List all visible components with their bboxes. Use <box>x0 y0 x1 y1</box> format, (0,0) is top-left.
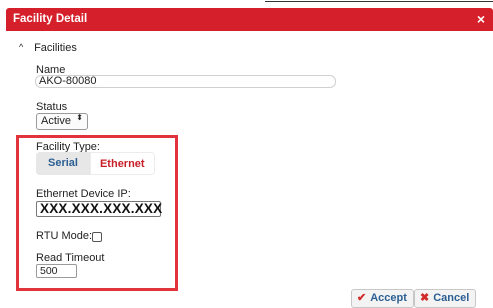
section-label: Facilities <box>34 42 77 54</box>
rtu-mode-label: RTU Mode: <box>36 230 93 242</box>
read-timeout-label: Read Timeout <box>36 252 105 264</box>
dialog-body: ^ Facilities Name AKO-80080 Status Activ… <box>6 31 493 308</box>
check-icon: ✔ <box>357 292 367 304</box>
top-strip <box>0 0 493 6</box>
cancel-label: Cancel <box>433 292 470 304</box>
name-field[interactable]: AKO-80080 <box>35 75 336 88</box>
accept-label: Accept <box>370 292 407 304</box>
read-timeout-input[interactable]: 500 <box>36 264 77 278</box>
cancel-button[interactable]: ✖ Cancel <box>414 289 477 308</box>
spinner-icon: ⬍ <box>76 113 83 122</box>
ethernet-ip-input[interactable]: XXX.XXX.XXX.XXX <box>36 201 162 217</box>
facilities-section-toggle[interactable]: ^ Facilities <box>19 42 77 54</box>
top-divider <box>265 1 493 2</box>
facility-type-ethernet-button[interactable]: Ethernet <box>89 152 155 175</box>
accept-button[interactable]: ✔ Accept <box>351 289 414 308</box>
facility-type-toggle: Serial Ethernet <box>36 152 155 175</box>
status-label: Status <box>36 101 68 113</box>
dialog-title: Facility Detail <box>13 13 88 25</box>
status-select[interactable]: Active ⬍ <box>36 113 88 130</box>
rtu-mode-checkbox[interactable] <box>92 232 102 242</box>
chevron-up-icon: ^ <box>19 42 24 52</box>
dialog-titlebar: Facility Detail × <box>6 8 493 31</box>
status-value: Active <box>41 115 71 127</box>
close-icon: ✖ <box>420 292 430 304</box>
ethernet-ip-label: Ethernet Device IP: <box>36 188 131 200</box>
close-icon[interactable]: × <box>477 11 485 27</box>
facility-type-serial-button[interactable]: Serial <box>36 152 90 175</box>
